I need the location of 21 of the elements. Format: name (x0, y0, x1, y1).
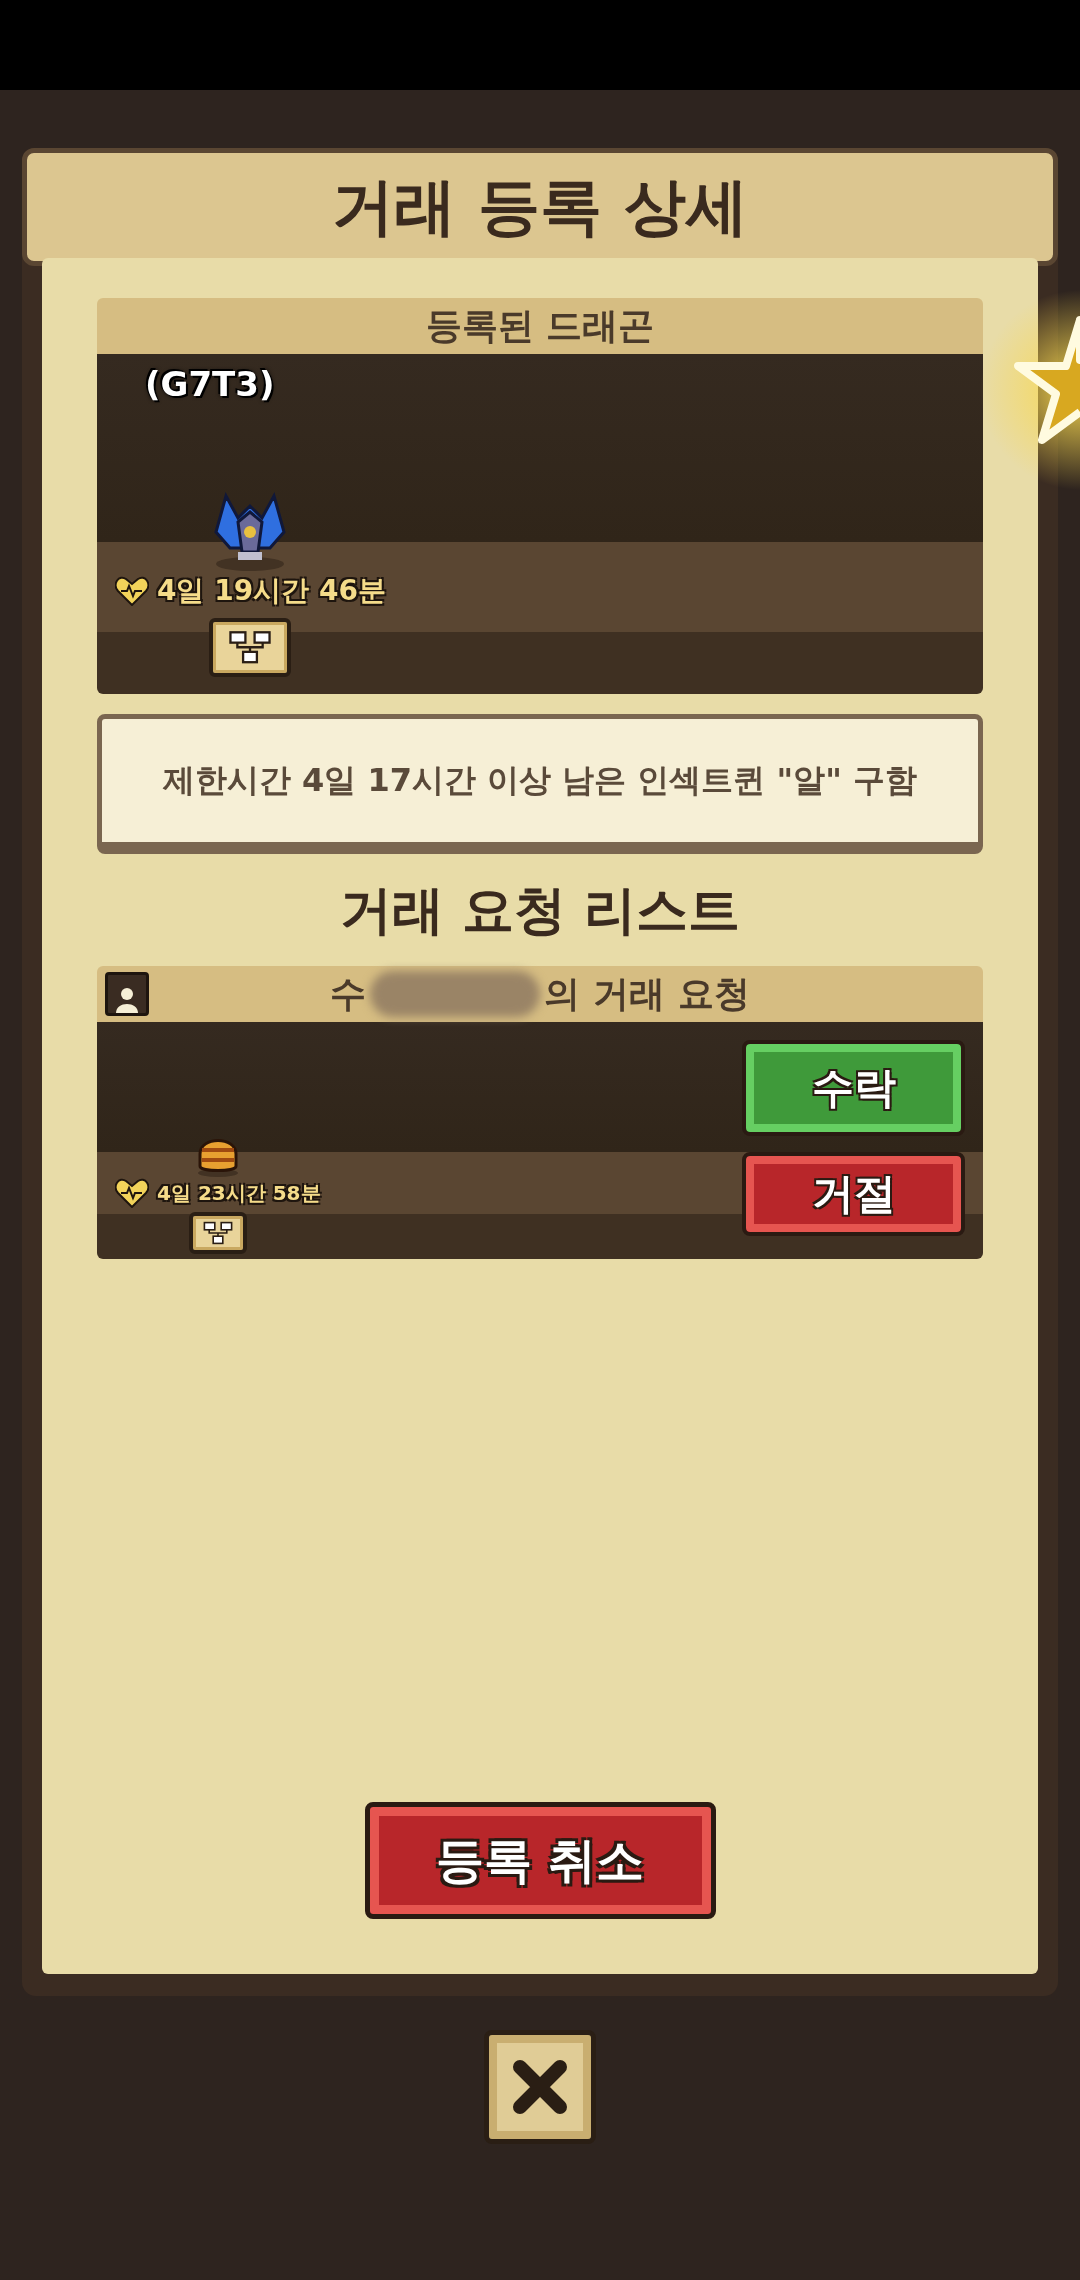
condition-text: 제한시간 4일 17시간 이상 남은 인섹트퀸 "알" 구함 (162, 759, 918, 801)
section-title: 등록된 드래곤 (425, 303, 655, 348)
heart-icon (115, 576, 149, 606)
request-title: 의 거래 요청 (544, 971, 750, 1016)
cancel-button[interactable]: 등록 취소 (364, 1802, 716, 1919)
heart-icon (115, 1178, 149, 1208)
close-icon (512, 2059, 568, 2115)
family-tree-button[interactable] (209, 618, 292, 678)
close-button[interactable] (484, 2030, 596, 2144)
accept-button[interactable]: 수락 (742, 1040, 965, 1136)
avatar-icon (105, 972, 149, 1016)
list-heading: 거래 요청 리스트 (338, 879, 742, 942)
reject-button[interactable]: 거절 (742, 1152, 965, 1236)
dragon-code: (G7T3) (145, 364, 275, 404)
family-tree-icon (201, 1220, 234, 1245)
lifetime-text: 4일 23시간 58분 (157, 1179, 321, 1207)
family-tree-button[interactable] (188, 1212, 247, 1254)
family-tree-icon (227, 630, 274, 665)
lifetime-text: 4일 19시간 46분 (157, 573, 386, 609)
requester-name: 수 (330, 971, 367, 1016)
window-title: 거래 등록 상세 (332, 169, 748, 245)
